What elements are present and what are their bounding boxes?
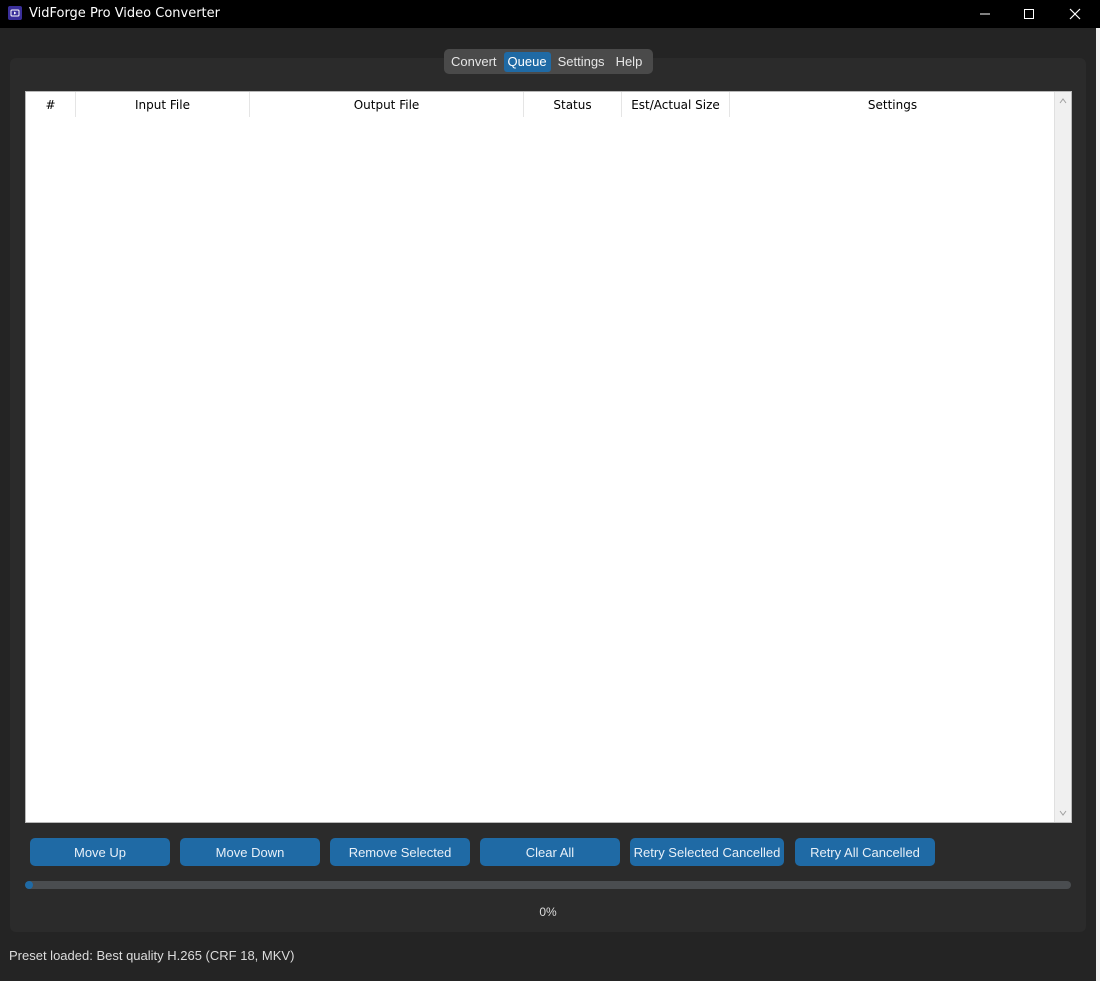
status-bar-text: Preset loaded: Best quality H.265 (CRF 1… [9,948,295,963]
scroll-up-icon[interactable] [1058,96,1068,106]
column-header-size[interactable]: Est/Actual Size [622,92,730,117]
close-button[interactable] [1052,0,1098,28]
minimize-icon [980,13,990,15]
maximize-button[interactable] [1006,0,1052,28]
progress-bar-fill [25,881,33,889]
remove-selected-button[interactable]: Remove Selected [330,838,470,866]
column-header-output-file[interactable]: Output File [250,92,524,117]
column-header-status[interactable]: Status [524,92,622,117]
column-header-settings[interactable]: Settings [730,92,1055,117]
move-up-button[interactable]: Move Up [30,838,170,866]
move-down-button[interactable]: Move Down [180,838,320,866]
queue-table[interactable]: # Input File Output File Status Est/Actu… [25,91,1072,823]
tab-convert[interactable]: Convert [447,52,501,72]
app-logo-icon [8,6,22,20]
close-icon [1069,8,1081,20]
tab-queue[interactable]: Queue [503,51,551,72]
scroll-down-icon[interactable] [1058,808,1068,818]
retry-selected-cancelled-button[interactable]: Retry Selected Cancelled [630,838,784,866]
progress-bar [25,881,1071,889]
window-edge [1096,28,1100,981]
queue-table-header: # Input File Output File Status Est/Actu… [26,92,1055,117]
tab-help[interactable]: Help [612,52,647,72]
maximize-icon [1024,9,1034,19]
tab-settings[interactable]: Settings [554,52,609,72]
vertical-scrollbar[interactable] [1054,92,1071,822]
progress-label: 0% [539,905,557,919]
title-bar: VidForge Pro Video Converter [0,0,1100,28]
minimize-button[interactable] [962,0,1008,28]
column-header-input-file[interactable]: Input File [76,92,250,117]
clear-all-button[interactable]: Clear All [480,838,620,866]
retry-all-cancelled-button[interactable]: Retry All Cancelled [795,838,935,866]
column-header-number[interactable]: # [26,92,76,117]
tab-bar: Convert Queue Settings Help [444,49,653,74]
window-title: VidForge Pro Video Converter [29,6,220,21]
